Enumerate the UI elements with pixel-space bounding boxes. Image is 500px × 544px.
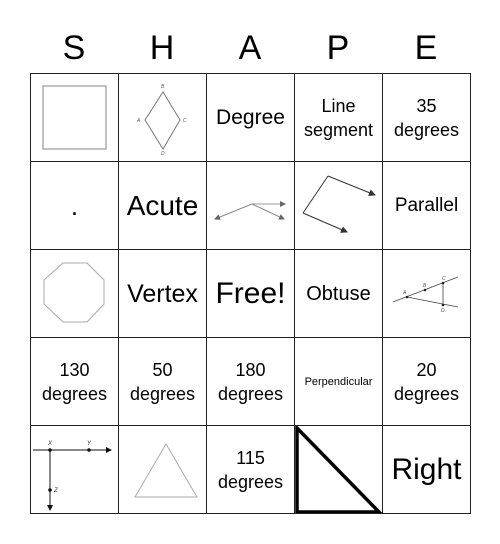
cell-text-line: 20 (416, 359, 437, 380)
equilateral-triangle-icon (134, 442, 198, 497)
cell-text: Right (391, 452, 462, 486)
bingo-cell-equilateral-triangle[interactable] (119, 426, 207, 514)
cell-text-line: Line (321, 95, 356, 116)
point-label: B (161, 84, 165, 90)
bingo-cell-parallel[interactable]: Parallel (383, 162, 471, 250)
cell-text-line: degrees (217, 471, 284, 492)
cell-text-line: 50 (152, 359, 173, 380)
bingo-cell-degree[interactable]: Degree (207, 74, 295, 162)
right-triangle-icon (295, 426, 382, 513)
bingo-cell-115-degrees[interactable]: 115 degrees (207, 426, 295, 514)
cell-text: Vertex (127, 279, 198, 308)
bingo-cell-vertex[interactable]: Vertex (119, 250, 207, 338)
bingo-cell-50-degrees[interactable]: 50 degrees (119, 338, 207, 426)
bingo-board: B A C D Degree Line segment 35 degrees . A… (30, 73, 471, 514)
point-label: D (441, 308, 445, 314)
header-letter-s: S (62, 29, 86, 67)
cell-text-line: 35 (416, 95, 437, 116)
point-label: C (183, 118, 187, 124)
header-letter-p: P (326, 29, 350, 67)
bingo-header: S H A P E (30, 26, 470, 70)
octagon-icon (43, 262, 105, 322)
rhombus-abcd-icon: B A C D (136, 84, 187, 157)
point-label: B (423, 283, 427, 289)
header-letter-h: H (149, 29, 175, 67)
bingo-cell-130-degrees[interactable]: 130 degrees (31, 338, 119, 426)
bingo-cell-free[interactable]: Free! (207, 250, 295, 338)
bingo-cell-line-segment[interactable]: Line segment (295, 74, 383, 162)
header-letter-e: E (414, 29, 438, 67)
free-space-text: Free! (215, 276, 286, 310)
point-label: Y (87, 441, 92, 447)
bingo-cell-acute[interactable]: Acute (119, 162, 207, 250)
point-label: Z (53, 488, 58, 494)
cell-text: Degree (216, 105, 285, 129)
cell-text: Parallel (394, 194, 459, 216)
cell-text-line: 115 (236, 447, 265, 468)
point-label: D (161, 151, 165, 157)
bingo-cell-right[interactable]: Right (383, 426, 471, 514)
bingo-cell-perpendicular[interactable]: Perpendicular (295, 338, 383, 426)
bingo-cell-obtuse-rays[interactable] (207, 162, 295, 250)
point-label: A (136, 118, 141, 124)
cell-text: Perpendicular (304, 375, 373, 388)
bingo-cell-20-degrees[interactable]: 20 degrees (383, 338, 471, 426)
bingo-cell-point[interactable]: . (31, 162, 119, 250)
point-label: A (402, 290, 407, 296)
header-letter-a: A (238, 29, 262, 67)
cell-text-line: degrees (393, 383, 460, 404)
bingo-cell-octagon[interactable] (31, 250, 119, 338)
cell-text-line: degrees (393, 119, 460, 140)
point-label: X (47, 441, 53, 447)
triangle-rays-abcd-icon: A B C D (392, 276, 459, 314)
cell-text-line: degrees (41, 383, 108, 404)
bingo-cell-right-triangle[interactable] (295, 426, 383, 514)
obtuse-rays-icon (214, 200, 286, 220)
cell-text: . (70, 190, 79, 221)
square-icon (42, 84, 107, 150)
cell-text-line: degrees (129, 383, 196, 404)
cell-text: Obtuse (306, 282, 371, 305)
cell-text-line: 130 (59, 359, 90, 380)
bingo-cell-obtuse[interactable]: Obtuse (295, 250, 383, 338)
perpendicular-rays-xyz-icon: X Y Z (33, 441, 112, 511)
bingo-cell-triangle-rays[interactable]: A B C D (383, 250, 471, 338)
acute-angle-rays-icon (302, 175, 376, 233)
bingo-cell-180-degrees[interactable]: 180 degrees (207, 338, 295, 426)
cell-text-line: degrees (217, 383, 284, 404)
cell-text-line: segment (303, 119, 374, 140)
bingo-cell-35-degrees[interactable]: 35 degrees (383, 74, 471, 162)
bingo-cell-square[interactable] (31, 74, 119, 162)
bingo-cell-acute-rays[interactable] (295, 162, 383, 250)
bingo-cell-rhombus[interactable]: B A C D (119, 74, 207, 162)
bingo-cell-perpendicular-rays[interactable]: X Y Z (31, 426, 119, 514)
cell-text-line: 180 (235, 359, 266, 380)
point-label: C (442, 276, 446, 282)
cell-text: Acute (126, 189, 199, 221)
